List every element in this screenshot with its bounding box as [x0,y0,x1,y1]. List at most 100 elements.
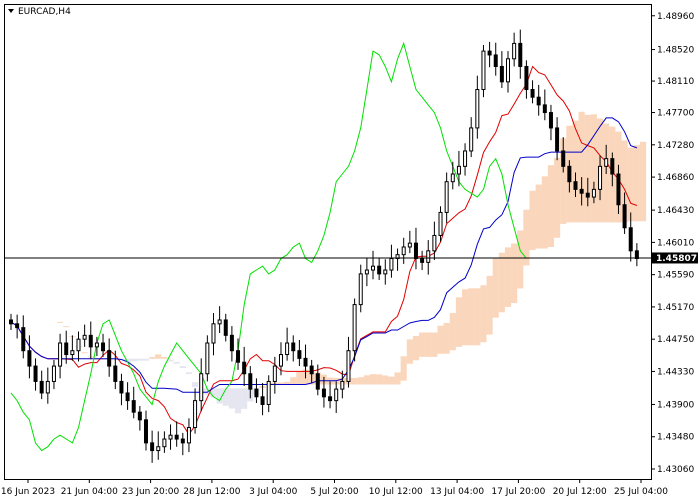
cloud-segment [425,332,432,357]
cloud-segment [234,388,242,414]
candle-body [260,396,265,405]
candle-body [229,334,234,352]
cloud-segment [572,120,579,223]
candle-body [174,434,179,440]
chart-area: 1.48960 1.48520 1.48110 1.47700 1.47280 1.468… [0,0,700,500]
candle-body [389,258,394,271]
candle-body [315,373,320,390]
candle-body [248,373,253,390]
candle-body [291,342,296,352]
cloud-segment [492,258,499,318]
y-axis: 1.48960 1.48520 1.48110 1.47700 1.47280 1.468… [651,12,694,475]
candle-body [309,365,314,375]
candle-body [518,42,523,67]
candle-body [236,350,241,363]
candle-body [168,434,173,440]
cloud-segment [136,358,143,361]
candle-body [604,158,609,167]
cloud-segment [173,361,180,364]
current-price-label: 1.45807 [656,254,697,264]
candle-body [217,319,222,325]
x-tick-label: 16 Jun 2023 [1,487,55,497]
candle-body [186,427,191,444]
candle-body [536,96,541,106]
candle-body [481,50,486,91]
candle-body [199,373,204,402]
candle-body [634,250,639,260]
cloud-segment [406,339,413,364]
candle-body [88,334,93,348]
cloud-segment [504,247,512,307]
candle-body [15,323,20,329]
cloud-segment [351,377,358,385]
x-tick-label: 20 Jul 12:00 [553,487,607,497]
cloud-segment [639,141,647,222]
candle-body [334,388,339,402]
candle-body [622,204,627,229]
y-tick-label: 1.45170 [657,303,694,313]
cloud-segment [412,335,420,361]
cloud-segment [419,332,426,357]
candle-body [383,269,388,275]
cloud-segment [590,114,597,223]
candle-body [450,173,455,183]
cloud-segment [529,190,536,251]
candle-body [401,246,406,256]
candle-body [143,419,148,444]
cloud-segment [57,321,64,323]
candle-body [94,342,99,348]
cloud-segment [443,323,450,354]
cloud-segment [449,313,456,351]
candle-body [610,158,615,175]
x-tick-label: 28 Jun 12:00 [183,487,240,497]
candle-body [193,400,198,429]
y-tick-label: 1.48520 [657,46,694,56]
candle-body [125,392,130,402]
candle-body [420,258,425,263]
candle-body [107,350,112,367]
cloud-segment [578,111,585,223]
candle-body [180,438,185,444]
y-tick-label: 1.45590 [657,271,694,281]
x-tick-label: 13 Jul 04:00 [430,487,484,497]
cloud-segment [480,285,487,343]
candle-body [137,411,142,421]
candle-body [475,89,480,129]
cloud-segment [474,288,481,346]
y-tick-label: 1.44330 [657,367,694,377]
candle-body [33,365,38,382]
cloud-segment [363,375,370,385]
cloud-segment [167,359,174,362]
candle-body [150,442,155,452]
cloud-segment [290,377,297,385]
candle-body [561,150,566,167]
cloud-segment [192,382,199,388]
candle-body [426,250,431,263]
candle-body [45,380,50,394]
candle-body [223,319,228,336]
candle-body [377,265,382,275]
candle-body [205,342,210,375]
cloud-segment [554,157,561,238]
cloud-segment [179,366,186,368]
candle-body [585,192,590,198]
candle-body [358,273,363,306]
candle-body [352,304,357,352]
y-tick-label: 1.46860 [657,173,694,183]
candle-body [76,338,81,352]
candle-body [493,54,498,67]
candle-body [82,334,87,340]
candle-body [573,181,578,190]
cloud-segment [376,374,383,385]
y-tick-label: 1.43900 [657,400,694,410]
cloud-segment [228,388,235,409]
candle-body [27,350,32,367]
candle-body [407,242,412,248]
candle-body [70,350,75,356]
candle-body [340,380,345,390]
candle-body [303,357,308,367]
candle-body [567,165,572,183]
candle-body [156,446,161,452]
candle-body [119,380,124,394]
cloud-segment [535,184,542,249]
